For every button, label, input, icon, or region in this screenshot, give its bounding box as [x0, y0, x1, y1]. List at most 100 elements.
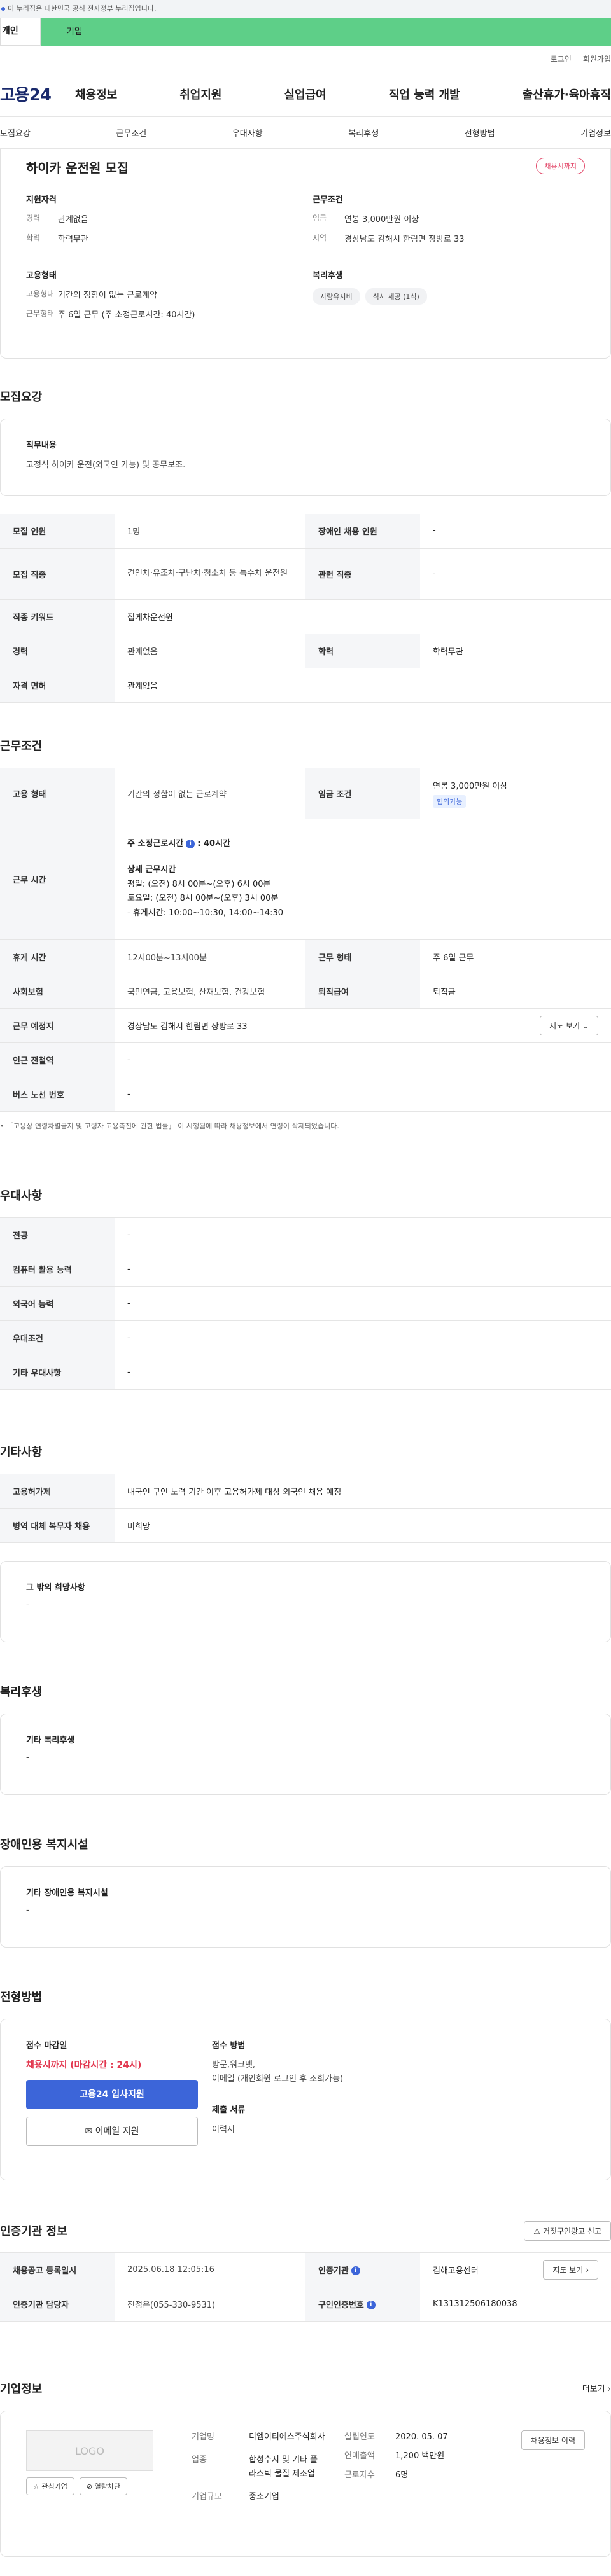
block-company-label: 열람차단 — [94, 2482, 121, 2491]
major-label: 전공 — [0, 1217, 115, 1252]
subnav-preference[interactable]: 우대사항 — [232, 127, 263, 139]
cert-org-cell: 김해고용센터 지도 보기 › — [420, 2252, 611, 2287]
favorite-company-label: 관심기업 — [41, 2482, 67, 2491]
work-section-title: 근무조건 — [0, 739, 43, 753]
job-keyword-value: 집게차운전원 — [115, 599, 611, 634]
job-history-button[interactable]: 채용정보 이력 — [521, 2430, 585, 2450]
block-company-button[interactable]: ⊘ 열람차단 — [79, 2477, 128, 2495]
wage-cell: 연봉 3,000만원 이상 협의가능 — [420, 768, 611, 819]
hours-label: 근무 시간 — [0, 819, 115, 940]
summary-career-label: 경력 — [26, 214, 41, 223]
cert-table: 채용공고 등록일시 2025.06.18 12:05:16 인증기관 i 김해고용… — [0, 2252, 611, 2322]
summary-type-label: 고용형태 — [26, 289, 55, 298]
disabled-facility-section-title: 장애인용 복지시설 — [0, 1838, 88, 1852]
table-row: 직종 키워드 집게차운전원 — [0, 599, 611, 634]
workplace-cell: 경상남도 김해시 한림면 장방로 33 지도 보기 ⌄ — [115, 1008, 611, 1043]
weekly-hours-label: 주 소정근로시간 — [127, 839, 184, 849]
company-size-value: 중소기업 — [249, 2491, 279, 2502]
gnb-item-parental-leave[interactable]: 출산휴가·육아휴직 — [523, 86, 611, 102]
site-logo[interactable]: 고용24 — [0, 82, 75, 106]
gov-notice-bar: 이 누리집은 대한민국 공식 전자정부 누리집입니다. — [0, 0, 611, 18]
table-row: 고용 형태 기간의 정함이 없는 근로계약 임금 조건 연봉 3,000만원 이… — [0, 768, 611, 819]
hours-weekday: 평일: (오전) 8시 00분~(오후) 6시 00분 — [127, 879, 271, 889]
subway-label: 인근 전철역 — [0, 1042, 115, 1077]
gnb-item-jobs[interactable]: 채용정보 — [75, 86, 117, 102]
duty-title: 직무내용 — [26, 441, 57, 450]
info-icon[interactable]: i — [366, 2301, 376, 2309]
login-link[interactable]: 로그인 — [551, 53, 572, 64]
disabled-facility-sub-title: 기타 장애인용 복지시설 — [26, 1888, 108, 1898]
recruit-table: 모집 인원 1명 장애인 채용 인원 - 모집 직종 견인차·유조차·구난차·청… — [0, 514, 611, 703]
disabled-facility-box: 기타 장애인용 복지시설 - — [0, 1866, 611, 1948]
edu-value: 학력무관 — [420, 634, 611, 668]
signup-link[interactable]: 회원가입 — [583, 53, 611, 64]
cert-org-value: 김해고용센터 — [433, 2266, 479, 2276]
cert-map-label: 지도 보기 — [552, 2265, 584, 2275]
favorite-company-button[interactable]: ☆ 관심기업 — [26, 2477, 74, 2495]
subnav-recruit[interactable]: 모집요강 — [0, 127, 31, 139]
job-title: 하이카 운전원 모집 — [26, 160, 129, 176]
subnav-company[interactable]: 기업정보 — [580, 127, 611, 139]
gnb-item-training[interactable]: 직업 능력 개발 — [389, 86, 460, 102]
other-wishes-title: 그 밖의 희망사항 — [26, 1582, 85, 1593]
report-ad-button[interactable]: ⚠ 거짓구인광고 신고 — [524, 2220, 611, 2241]
method-value-2: 이메일 (개인회원 로그인 후 조회가능) — [212, 2074, 344, 2084]
subnav-work[interactable]: 근무조건 — [116, 127, 146, 139]
employment-type-value: 기간의 정함이 없는 근로계약 — [115, 768, 306, 819]
selection-section-title: 전형방법 — [0, 1990, 43, 2004]
welfare-section-title: 복리후생 — [0, 1685, 43, 1699]
work-table: 고용 형태 기간의 정함이 없는 근로계약 임금 조건 연봉 3,000만원 이… — [0, 767, 611, 1112]
gnb-item-employment-support[interactable]: 취업지원 — [179, 86, 221, 102]
summary-edu-value: 학력무관 — [58, 235, 88, 244]
hours-cell: 주 소정근로시간 i: 40시간 상세 근무시간 평일: (오전) 8시 00분~… — [115, 819, 611, 940]
table-row: 휴게 시간 12시00분~13시00분 근무 형태 주 6일 근무 — [0, 939, 611, 974]
tab-personal[interactable]: 개인 — [0, 18, 41, 46]
report-ad-label: 거짓구인광고 신고 — [542, 2226, 601, 2236]
military-alt-label: 병역 대체 복무자 채용 — [0, 1508, 115, 1543]
age-discrimination-note: • 「고용상 연령차별금지 및 고령자 고용촉진에 관한 법률」 이 시행됨에 … — [0, 1121, 339, 1130]
subnav-welfare[interactable]: 복리후생 — [348, 127, 379, 139]
summary-qualification: 지원자격 경력 관계없음 학력 학력무관 — [26, 193, 313, 252]
email-apply-button[interactable]: ✉ 이메일 지원 — [26, 2116, 198, 2146]
info-icon[interactable]: i — [186, 839, 195, 848]
deadline-badge: 채용시까지 — [536, 158, 585, 174]
other-preference-label: 기타 우대사항 — [0, 1355, 115, 1390]
table-row: 근무 시간 주 소정근로시간 i: 40시간 상세 근무시간 평일: (오전) 8… — [0, 819, 611, 940]
break-label: 휴게 시간 — [0, 939, 115, 974]
table-row: 인증기관 담당자 진정은(055-330-9531) 구인인증번호 i K1313… — [0, 2287, 611, 2322]
summary-conditions-title: 근무조건 — [313, 195, 343, 205]
hours-saturday: 토요일: (오전) 8시 00분~(오후) 3시 00분 — [127, 894, 279, 904]
cert-no-label-cell: 구인인증번호 i — [306, 2287, 420, 2322]
info-icon[interactable]: i — [351, 2266, 360, 2275]
selection-method: 접수 방법 방문,워크넷, 이메일 (개인회원 로그인 후 조회가능) 제출 서… — [204, 2039, 343, 2161]
company-logo-area: LOGO ☆ 관심기업 ⊘ 열람차단 — [26, 2430, 166, 2537]
tab-company[interactable]: 기업 — [41, 18, 611, 46]
chevron-right-icon: › — [607, 2385, 611, 2394]
table-row: 버스 노선 번호 - — [0, 1077, 611, 1112]
license-value: 관계없음 — [115, 668, 611, 703]
company-header: 기업정보 더보기 › — [0, 2380, 611, 2397]
duty-box: 직무내용 고정식 하이카 운전(외국인 가능) 및 공무보조. — [0, 419, 611, 496]
email-apply-label: 이메일 지원 — [95, 2126, 139, 2136]
company-name-value: 디엠이티에스주식회사 — [249, 2432, 325, 2442]
method-title: 접수 방법 — [212, 2040, 246, 2051]
table-row: 모집 인원 1명 장애인 채용 인원 - — [0, 514, 611, 549]
company-name-label: 기업명 — [192, 2432, 214, 2442]
company-info-right: 설립연도 2020. 05. 07 연매출액 1,200 백만원 근로자수 6명 — [344, 2430, 472, 2537]
preference-condition-value: - — [115, 1320, 611, 1355]
cert-map-button[interactable]: 지도 보기 › — [543, 2259, 598, 2280]
wage-value: 연봉 3,000만원 이상 — [433, 781, 508, 791]
language-label: 외국어 능력 — [0, 1286, 115, 1321]
map-view-button[interactable]: 지도 보기 ⌄ — [540, 1015, 598, 1035]
gnb-item-unemployment[interactable]: 실업급여 — [284, 86, 327, 102]
deadline-value: 채용시까지 (마감시간 : 24시) — [26, 2060, 142, 2070]
language-value: - — [115, 1286, 611, 1321]
apply-button[interactable]: 고용24 입사지원 — [26, 2079, 198, 2109]
company-more-link[interactable]: 더보기 › — [582, 2382, 611, 2394]
mail-icon: ✉ — [85, 2126, 93, 2136]
preference-section-title: 우대사항 — [0, 1189, 43, 1203]
cert-no-label: 구인인증번호 — [318, 2300, 364, 2310]
subnav-selection[interactable]: 전형방법 — [465, 127, 495, 139]
summary-region-label: 지역 — [313, 233, 327, 242]
section-subnav: 모집요강 근무조건 우대사항 복리후생 전형방법 기업정보 — [0, 117, 611, 149]
